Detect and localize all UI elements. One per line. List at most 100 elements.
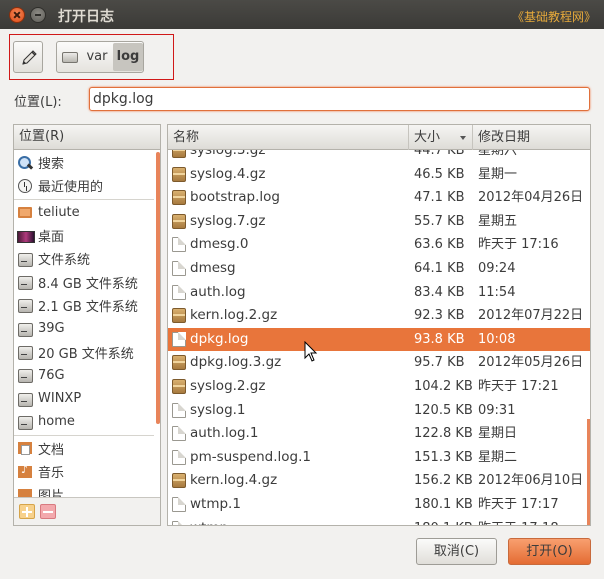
file-row[interactable]: wtmp 180.1 KB 昨天于 17:18 <box>168 517 590 526</box>
drive-icon <box>17 367 33 384</box>
place-item-filesystem[interactable]: 文件系统 <box>14 247 154 270</box>
file-name: auth.log <box>190 283 246 300</box>
remove-bookmark-button[interactable] <box>40 504 56 519</box>
file-list-scrollbar[interactable] <box>587 419 590 525</box>
location-label: 位置(L): <box>14 95 62 110</box>
file-row[interactable]: dmesg 64.1 KB 09:24 <box>168 257 590 281</box>
file-date: 昨天于 17:21 <box>478 378 559 394</box>
file-name: pm-suspend.log.1 <box>190 448 311 465</box>
file-size: 63.6 KB <box>414 237 465 253</box>
close-window-icon[interactable] <box>9 7 25 23</box>
location-input[interactable]: dpkg.log <box>89 87 590 111</box>
place-item-music[interactable]: 音乐 <box>14 460 154 483</box>
archive-file-icon <box>172 355 186 371</box>
place-item-search[interactable]: 搜索 <box>14 151 154 174</box>
file-row[interactable]: dmesg.0 63.6 KB 昨天于 17:16 <box>168 233 590 257</box>
file-row[interactable]: syslog.7.gz 55.7 KB 星期五 <box>168 210 590 234</box>
drive-icon <box>17 414 33 430</box>
places-sidebar: 位置(R) 搜索 最近使用的 teliute 桌面 文件系统 8.4 GB 文件… <box>13 124 161 526</box>
crumb-log[interactable]: log <box>113 43 143 71</box>
file-row[interactable]: kern.log.4.gz 156.2 KB 2012年06月10日 <box>168 469 590 493</box>
file-name: kern.log.2.gz <box>190 307 278 324</box>
place-label: 20 GB 文件系统 <box>38 346 134 362</box>
file-row[interactable]: syslog.1 120.5 KB 09:31 <box>168 399 590 423</box>
column-date[interactable]: 修改日期 <box>473 125 590 150</box>
file-size: 120.5 KB <box>414 402 473 418</box>
file-date: 11:54 <box>478 284 516 300</box>
place-item-39g[interactable]: 39G <box>14 317 154 340</box>
drive-icon <box>17 391 33 407</box>
music-folder-icon <box>17 463 33 480</box>
documents-folder-icon <box>17 440 33 456</box>
file-list: syslog.3.gz 44.7 KB 星期六 syslog.4.gz 46.5 KB 星… <box>167 124 591 526</box>
drive-icon <box>17 274 33 291</box>
file-row[interactable]: auth.log 83.4 KB 11:54 <box>168 281 590 305</box>
crumb-var[interactable]: var <box>81 44 113 70</box>
place-label: 2.1 GB 文件系统 <box>38 299 138 315</box>
file-date: 昨天于 17:18 <box>478 517 559 526</box>
pencil-icon <box>22 50 37 65</box>
place-label: 文档 <box>38 442 65 458</box>
column-name[interactable]: 名称 <box>168 125 409 150</box>
file-date: 09:31 <box>478 402 516 418</box>
filesystem-icon <box>17 251 33 267</box>
place-label: 76G <box>38 367 65 383</box>
file-row[interactable]: kern.log.2.gz 92.3 KB 2012年07月22日 <box>168 304 590 328</box>
file-list-header: 名称 大小 修改日期 <box>168 125 590 150</box>
mouse-cursor-icon <box>304 341 318 362</box>
file-row[interactable]: bootstrap.log 47.1 KB 2012年04月26日 <box>168 186 590 210</box>
place-item-teliute[interactable]: teliute <box>14 201 154 224</box>
file-size: 93.8 KB <box>414 331 465 347</box>
file-date: 2012年05月26日 <box>478 355 584 371</box>
crumb-root-drive[interactable] <box>59 44 81 70</box>
file-row[interactable]: dpkg.log 93.8 KB 10:08 <box>168 327 590 352</box>
places-header[interactable]: 位置(R) <box>14 125 160 150</box>
file-row[interactable]: pm-suspend.log.1 151.3 KB 星期二 <box>168 446 590 470</box>
divider <box>14 198 154 200</box>
file-row[interactable]: dpkg.log.3.gz 95.7 KB 2012年05月26日 <box>168 351 590 375</box>
column-size[interactable]: 大小 <box>409 125 473 150</box>
places-scrollbar[interactable] <box>156 152 160 424</box>
place-item-2gb[interactable]: 2.1 GB 文件系统 <box>14 294 154 317</box>
file-size: 64.1 KB <box>414 260 465 276</box>
cancel-button[interactable]: 取消(C) <box>416 538 497 565</box>
open-button[interactable]: 打开(O) <box>508 538 591 565</box>
place-label: 8.4 GB 文件系统 <box>38 276 138 292</box>
add-bookmark-button[interactable] <box>19 504 35 519</box>
place-label: 最近使用的 <box>38 180 104 196</box>
minimize-window-icon[interactable] <box>30 7 46 23</box>
file-date: 2012年06月10日 <box>478 473 584 489</box>
file-rows: syslog.3.gz 44.7 KB 星期六 syslog.4.gz 46.5 KB 星… <box>168 139 590 526</box>
file-name: dpkg.log <box>190 330 249 347</box>
place-item-winxp[interactable]: WINXP <box>14 387 154 410</box>
text-file-icon <box>172 260 186 276</box>
place-item-desktop[interactable]: 桌面 <box>14 224 154 247</box>
file-date: 2012年07月22日 <box>478 308 584 324</box>
place-item-recent[interactable]: 最近使用的 <box>14 174 154 197</box>
archive-file-icon <box>172 190 186 206</box>
place-item-20gb[interactable]: 20 GB 文件系统 <box>14 340 154 363</box>
type-location-button[interactable] <box>13 41 43 73</box>
file-name: wtmp.1 <box>190 495 241 512</box>
file-size: 122.8 KB <box>414 426 473 442</box>
file-row[interactable]: auth.log.1 122.8 KB 星期日 <box>168 422 590 446</box>
file-row[interactable]: syslog.2.gz 104.2 KB 昨天于 17:21 <box>168 375 590 399</box>
file-name: syslog.4.gz <box>190 165 266 182</box>
file-name: wtmp <box>190 517 228 526</box>
file-date: 10:08 <box>478 331 516 347</box>
place-item-documents[interactable]: 文档 <box>14 437 154 460</box>
place-item-8gb[interactable]: 8.4 GB 文件系统 <box>14 270 154 293</box>
file-date: 09:24 <box>478 260 516 276</box>
text-file-icon <box>172 237 186 253</box>
file-date: 昨天于 17:17 <box>478 496 559 512</box>
place-item-76g[interactable]: 76G <box>14 364 154 387</box>
file-name: dmesg <box>190 259 236 276</box>
file-row[interactable]: syslog.4.gz 46.5 KB 星期一 <box>168 163 590 187</box>
file-row[interactable]: wtmp.1 180.1 KB 昨天于 17:17 <box>168 493 590 517</box>
place-item-home[interactable]: home <box>14 410 154 433</box>
recent-icon <box>17 178 33 194</box>
file-size: 55.7 KB <box>414 213 465 229</box>
file-name: auth.log.1 <box>190 425 259 442</box>
file-size: 92.3 KB <box>414 308 465 324</box>
places-footer <box>14 497 160 525</box>
